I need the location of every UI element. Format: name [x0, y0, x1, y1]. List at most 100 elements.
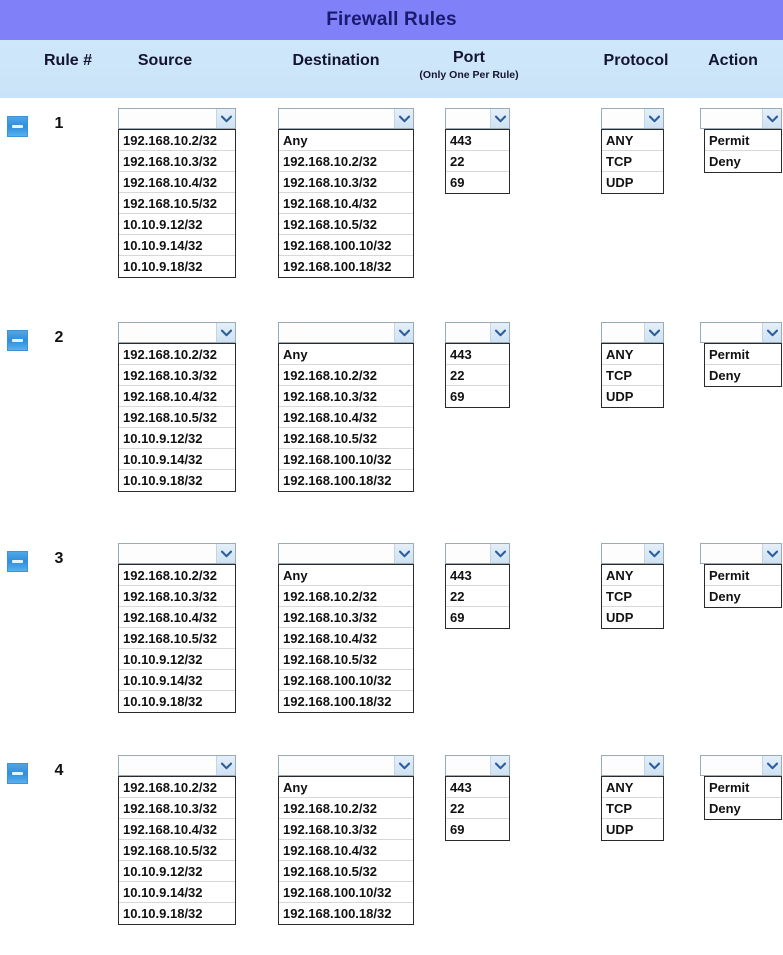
port-dropdown[interactable]: 443 22 69 — [445, 755, 510, 841]
port-option-list[interactable]: 443 22 69 — [445, 343, 510, 408]
chevron-down-icon[interactable] — [216, 323, 235, 342]
protocol-dropdown[interactable]: ANY TCP UDP — [601, 108, 664, 194]
action-dropdown[interactable]: Permit Deny — [700, 543, 782, 608]
destination-option[interactable]: 192.168.100.18/32 — [279, 691, 413, 712]
source-dropdown[interactable]: 192.168.10.2/32 192.168.10.3/32 192.168.10… — [118, 322, 236, 492]
destination-dropdown-control[interactable] — [278, 322, 414, 343]
action-dropdown-control[interactable] — [700, 543, 782, 564]
destination-option[interactable]: 192.168.10.3/32 — [279, 386, 413, 407]
destination-option-list[interactable]: Any 192.168.10.2/32 192.168.10.3/32 192.168… — [278, 343, 414, 492]
source-dropdown-control[interactable] — [118, 755, 236, 776]
chevron-down-icon[interactable] — [490, 323, 509, 342]
source-option[interactable]: 10.10.9.14/32 — [119, 449, 235, 470]
action-dropdown[interactable]: Permit Deny — [700, 755, 782, 820]
destination-dropdown[interactable]: Any 192.168.10.2/32 192.168.10.3/32 192.168… — [278, 543, 414, 713]
minus-collapse-icon[interactable] — [7, 763, 28, 784]
source-option[interactable]: 192.168.10.4/32 — [119, 607, 235, 628]
destination-option[interactable]: 192.168.10.4/32 — [279, 840, 413, 861]
source-option[interactable]: 10.10.9.14/32 — [119, 670, 235, 691]
protocol-dropdown-control[interactable] — [601, 755, 664, 776]
chevron-down-icon[interactable] — [394, 544, 413, 563]
port-dropdown[interactable]: 443 22 69 — [445, 108, 510, 194]
protocol-option[interactable]: ANY — [602, 565, 663, 586]
action-option[interactable]: Permit — [705, 777, 781, 798]
source-option[interactable]: 192.168.10.4/32 — [119, 172, 235, 193]
protocol-dropdown[interactable]: ANY TCP UDP — [601, 755, 664, 841]
protocol-option-list[interactable]: ANY TCP UDP — [601, 129, 664, 194]
source-option[interactable]: 192.168.10.3/32 — [119, 365, 235, 386]
chevron-down-icon[interactable] — [762, 109, 781, 128]
source-dropdown-control[interactable] — [118, 322, 236, 343]
source-option[interactable]: 192.168.10.3/32 — [119, 151, 235, 172]
destination-option-list[interactable]: Any 192.168.10.2/32 192.168.10.3/32 192.168… — [278, 564, 414, 713]
protocol-option[interactable]: ANY — [602, 130, 663, 151]
source-dropdown[interactable]: 192.168.10.2/32 192.168.10.3/32 192.168.10… — [118, 543, 236, 713]
source-option[interactable]: 192.168.10.4/32 — [119, 819, 235, 840]
port-option[interactable]: 22 — [446, 586, 509, 607]
port-option[interactable]: 22 — [446, 151, 509, 172]
protocol-dropdown-control[interactable] — [601, 543, 664, 564]
destination-option[interactable]: 192.168.10.5/32 — [279, 649, 413, 670]
protocol-option-list[interactable]: ANY TCP UDP — [601, 564, 664, 629]
protocol-option[interactable]: UDP — [602, 386, 663, 407]
destination-option-list[interactable]: Any 192.168.10.2/32 192.168.10.3/32 192.168… — [278, 776, 414, 925]
chevron-down-icon[interactable] — [216, 544, 235, 563]
source-option[interactable]: 10.10.9.14/32 — [119, 882, 235, 903]
destination-option[interactable]: 192.168.100.18/32 — [279, 256, 413, 277]
destination-option[interactable]: 192.168.10.5/32 — [279, 861, 413, 882]
minus-collapse-icon[interactable] — [7, 551, 28, 572]
source-option[interactable]: 192.168.10.2/32 — [119, 130, 235, 151]
destination-option[interactable]: 192.168.10.3/32 — [279, 819, 413, 840]
source-option[interactable]: 10.10.9.14/32 — [119, 235, 235, 256]
port-option-list[interactable]: 443 22 69 — [445, 564, 510, 629]
source-option[interactable]: 10.10.9.18/32 — [119, 903, 235, 924]
protocol-option[interactable]: UDP — [602, 819, 663, 840]
action-dropdown-control[interactable] — [700, 755, 782, 776]
protocol-option[interactable]: ANY — [602, 777, 663, 798]
source-option-list[interactable]: 192.168.10.2/32 192.168.10.3/32 192.168.10… — [118, 564, 236, 713]
destination-option[interactable]: Any — [279, 565, 413, 586]
destination-option[interactable]: 192.168.100.10/32 — [279, 670, 413, 691]
source-option[interactable]: 192.168.10.2/32 — [119, 565, 235, 586]
protocol-option[interactable]: UDP — [602, 172, 663, 193]
destination-option[interactable]: 192.168.10.2/32 — [279, 151, 413, 172]
source-option[interactable]: 192.168.10.2/32 — [119, 777, 235, 798]
port-option[interactable]: 22 — [446, 798, 509, 819]
destination-option[interactable]: Any — [279, 777, 413, 798]
protocol-dropdown-control[interactable] — [601, 322, 664, 343]
protocol-dropdown-control[interactable] — [601, 108, 664, 129]
port-option[interactable]: 443 — [446, 777, 509, 798]
port-dropdown-control[interactable] — [445, 543, 510, 564]
destination-option[interactable]: 192.168.10.4/32 — [279, 628, 413, 649]
port-dropdown-control[interactable] — [445, 755, 510, 776]
chevron-down-icon[interactable] — [490, 544, 509, 563]
source-dropdown-control[interactable] — [118, 108, 236, 129]
source-option[interactable]: 192.168.10.4/32 — [119, 386, 235, 407]
source-option[interactable]: 192.168.10.5/32 — [119, 407, 235, 428]
source-option[interactable]: 10.10.9.18/32 — [119, 691, 235, 712]
destination-option[interactable]: 192.168.10.4/32 — [279, 193, 413, 214]
action-option-list[interactable]: Permit Deny — [704, 776, 782, 820]
source-option-list[interactable]: 192.168.10.2/32 192.168.10.3/32 192.168.10… — [118, 343, 236, 492]
protocol-option-list[interactable]: ANY TCP UDP — [601, 776, 664, 841]
protocol-option[interactable]: TCP — [602, 586, 663, 607]
source-option[interactable]: 192.168.10.5/32 — [119, 628, 235, 649]
destination-option[interactable]: 192.168.10.3/32 — [279, 607, 413, 628]
port-option[interactable]: 443 — [446, 344, 509, 365]
destination-option-list[interactable]: Any 192.168.10.2/32 192.168.10.3/32 192.168… — [278, 129, 414, 278]
port-dropdown[interactable]: 443 22 69 — [445, 322, 510, 408]
chevron-down-icon[interactable] — [394, 109, 413, 128]
source-option[interactable]: 10.10.9.12/32 — [119, 428, 235, 449]
minus-collapse-icon[interactable] — [7, 330, 28, 351]
port-dropdown[interactable]: 443 22 69 — [445, 543, 510, 629]
port-option[interactable]: 69 — [446, 172, 509, 193]
protocol-option[interactable]: ANY — [602, 344, 663, 365]
destination-option[interactable]: 192.168.100.10/32 — [279, 882, 413, 903]
destination-option[interactable]: 192.168.10.5/32 — [279, 214, 413, 235]
destination-option[interactable]: Any — [279, 344, 413, 365]
action-option-list[interactable]: Permit Deny — [704, 129, 782, 173]
destination-dropdown-control[interactable] — [278, 543, 414, 564]
port-option-list[interactable]: 443 22 69 — [445, 129, 510, 194]
source-option[interactable]: 192.168.10.5/32 — [119, 840, 235, 861]
source-option[interactable]: 10.10.9.18/32 — [119, 256, 235, 277]
